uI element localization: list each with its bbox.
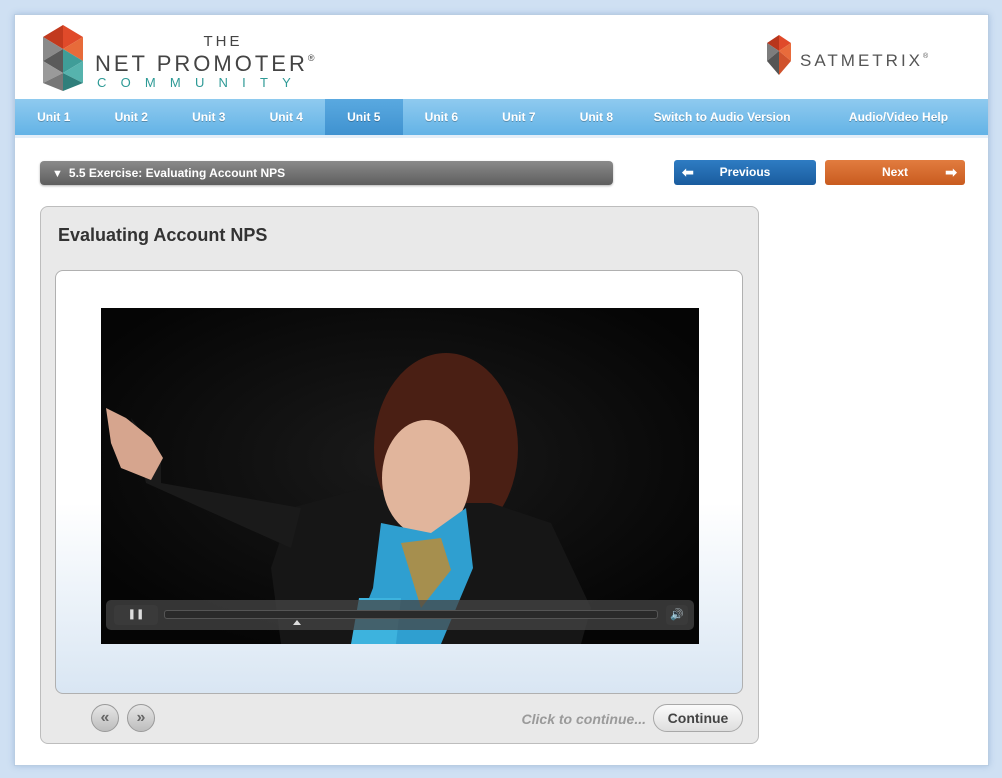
- previous-button[interactable]: ⬅ Previous: [674, 160, 816, 185]
- logo-the: THE: [203, 33, 243, 50]
- video-controls: ❚❚ 🔊: [106, 600, 694, 630]
- content-title: Evaluating Account NPS: [58, 225, 268, 245]
- nav-item-unit-8[interactable]: Unit 8: [558, 99, 636, 135]
- satmetrix-wordmark: SATMETRIX®: [800, 51, 929, 70]
- collapse-triangle-icon: ▼: [52, 168, 63, 180]
- next-label: Next: [881, 165, 908, 179]
- volume-button[interactable]: 🔊: [666, 605, 688, 625]
- video-player[interactable]: ❚❚ 🔊: [101, 308, 699, 644]
- nav-item-unit-2[interactable]: Unit 2: [93, 99, 171, 135]
- double-chevron-right-icon: »: [136, 709, 146, 726]
- previous-label: Previous: [719, 165, 771, 179]
- unit-navigation: Unit 1 Unit 2 Unit 3 Unit 4 Unit 5 Unit 6 Unit…: [15, 99, 988, 135]
- video-frame-image: [101, 308, 699, 644]
- nav-item-unit-1[interactable]: Unit 1: [15, 99, 93, 135]
- seek-bar[interactable]: [164, 610, 658, 619]
- logo-community: COMMUNITY: [97, 75, 305, 90]
- arrow-right-icon: ➡: [945, 164, 957, 180]
- section-title-bar[interactable]: ▼ 5.5 Exercise: Evaluating Account NPS: [40, 161, 613, 185]
- site-header: THE NET PROMOTER® COMMUNITY SATMETRIX®: [15, 15, 988, 99]
- nav-item-switch-to-audio-version[interactable]: Switch to Audio Version: [635, 99, 809, 135]
- continue-button[interactable]: Continue: [653, 704, 743, 732]
- content-panel: Evaluating Account NPS ❚❚ 🔊 « » Click to…: [40, 206, 759, 744]
- volume-icon: 🔊: [670, 609, 684, 621]
- satmetrix-logo-icon: [767, 35, 791, 75]
- pause-icon: ❚❚: [127, 609, 145, 620]
- nav-item-unit-6[interactable]: Unit 6: [403, 99, 481, 135]
- nav-divider: [15, 135, 988, 138]
- seek-handle-icon[interactable]: [293, 620, 302, 625]
- logo-main: NET PROMOTER®: [95, 51, 315, 76]
- section-title: 5.5 Exercise: Evaluating Account NPS: [68, 166, 286, 180]
- rewind-button[interactable]: «: [91, 704, 119, 732]
- app-frame: THE NET PROMOTER® COMMUNITY SATMETRIX® U…: [14, 14, 989, 766]
- arrow-left-icon: ⬅: [682, 164, 694, 180]
- nav-item-unit-5[interactable]: Unit 5: [325, 99, 403, 135]
- next-button[interactable]: Next ➡: [825, 160, 965, 185]
- net-promoter-logo-icon: [43, 25, 83, 91]
- nav-item-unit-4[interactable]: Unit 4: [248, 99, 326, 135]
- double-chevron-left-icon: «: [100, 709, 110, 726]
- click-to-continue-hint: Click to continue...: [521, 711, 646, 727]
- nav-item-unit-7[interactable]: Unit 7: [480, 99, 558, 135]
- forward-button[interactable]: »: [127, 704, 155, 732]
- nav-item-unit-3[interactable]: Unit 3: [170, 99, 248, 135]
- video-container: ❚❚ 🔊: [55, 270, 743, 694]
- pause-button[interactable]: ❚❚: [114, 605, 158, 625]
- nav-item-audio-video-help[interactable]: Audio/Video Help: [809, 99, 988, 135]
